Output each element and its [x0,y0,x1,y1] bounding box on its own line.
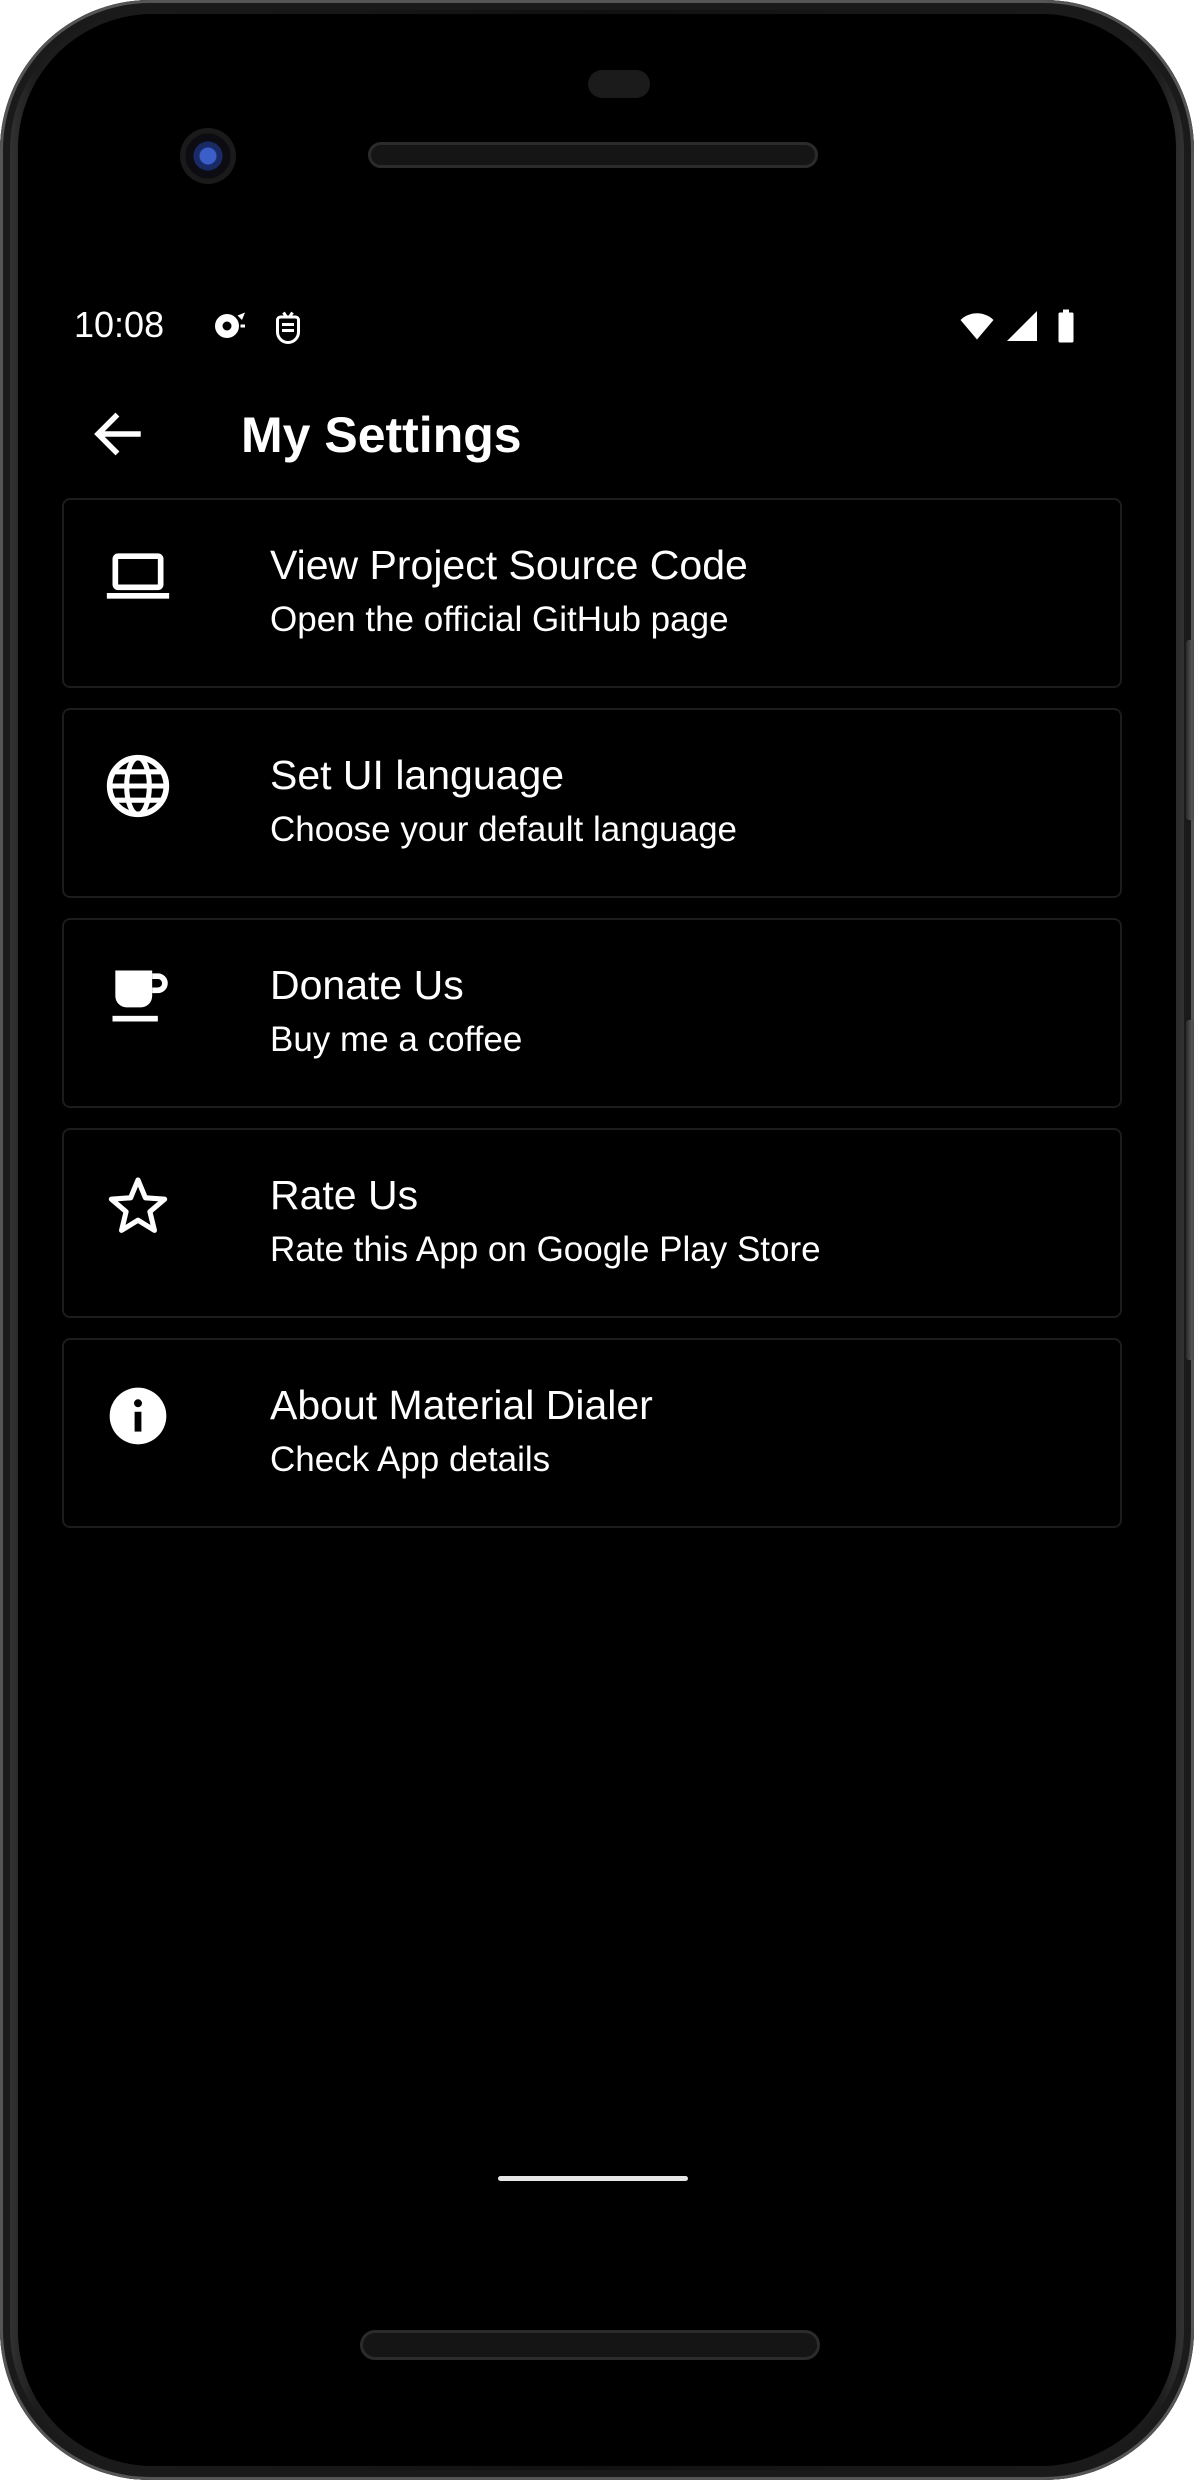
globe-icon [106,754,170,818]
star-outline-icon [108,1177,168,1233]
settings-item-rate[interactable]: Rate Us Rate this App on Google Play Sto… [62,1128,1122,1318]
phone-frame: 10:08 My Settings View Project Source Co… [0,0,1194,2480]
cell-signal-icon [1007,311,1037,341]
arrow-back-icon[interactable] [88,404,148,464]
notification-bubble-icon [215,312,245,338]
settings-item-donate[interactable]: Donate Us Buy me a coffee [62,918,1122,1108]
settings-item-subtitle: Check App details [270,1440,551,1479]
battery-icon [1058,309,1074,343]
info-icon [109,1387,167,1445]
proximity-sensor [588,70,650,98]
app-bar: My Settings [18,384,1176,484]
status-bar: 10:08 [74,294,1084,354]
settings-item-subtitle: Buy me a coffee [270,1020,523,1059]
settings-item-title: About Material Dialer [270,1382,653,1428]
status-time: 10:08 [74,304,165,345]
settings-item-source-code[interactable]: View Project Source Code Open the offici… [62,498,1122,688]
coffee-cup-icon [112,970,168,1022]
volume-button [1186,1020,1194,1360]
wifi-icon [960,313,994,340]
settings-item-title: Donate Us [270,962,464,1008]
settings-item-title: Rate Us [270,1172,419,1218]
settings-item-subtitle: Rate this App on Google Play Store [270,1230,821,1269]
debug-icon [276,311,300,344]
settings-list: View Project Source Code Open the offici… [62,498,1122,1548]
front-camera [180,128,236,184]
settings-item-about[interactable]: About Material Dialer Check App details [62,1338,1122,1528]
page-title: My Settings [241,407,522,463]
power-button [1186,640,1194,820]
home-gesture-bar[interactable] [498,2176,688,2181]
earpiece-speaker [368,142,818,168]
settings-item-language[interactable]: Set UI language Choose your default lang… [62,708,1122,898]
settings-item-title: View Project Source Code [270,542,748,588]
laptop-icon [106,553,170,599]
settings-item-subtitle: Open the official GitHub page [270,600,729,639]
phone-screen: 10:08 My Settings View Project Source Co… [18,14,1176,2466]
settings-item-subtitle: Choose your default language [270,810,738,849]
settings-item-title: Set UI language [270,752,565,798]
bottom-speaker [360,2330,820,2360]
